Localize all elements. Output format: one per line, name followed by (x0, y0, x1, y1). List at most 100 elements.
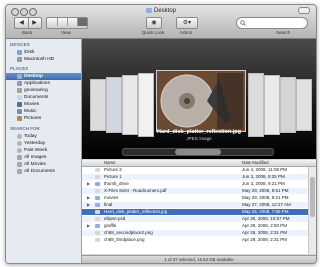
list-scrollbar[interactable] (308, 167, 316, 254)
icon-view-icon[interactable] (48, 18, 58, 27)
file-name: ellipse.psd (104, 216, 126, 221)
coverflow[interactable]: Hard_disk_platter_reflection.jpg JPEG im… (82, 39, 316, 159)
folder-icon (95, 196, 100, 200)
disclosure-triangle-icon[interactable]: ▶ (87, 202, 90, 208)
file-name: ch88_secondplace2.png (104, 230, 153, 235)
desktop-icon (17, 74, 22, 79)
file-icon (95, 168, 100, 172)
coverflow-view-icon[interactable] (77, 18, 87, 27)
column-header-date[interactable]: Date Modified (242, 160, 269, 166)
file-date: Jun 3, 2008, 9:21 PM (242, 181, 285, 186)
table-row[interactable]: X-Files 8x04 - Roadrunners.pdf May 29, 20… (82, 188, 308, 194)
disclosure-triangle-icon[interactable]: ▶ (87, 195, 90, 201)
toolbar: Desktop ◀ ▶ Back View ◉ Quick Look ⚙▾ Act… (6, 5, 316, 39)
movies-icon (17, 102, 22, 107)
file-name: graffiti (104, 223, 117, 228)
list-header: Name Date Modified (82, 160, 316, 167)
coverflow-item[interactable] (248, 73, 264, 137)
coverflow-item[interactable] (90, 79, 106, 131)
file-name: Picture 2 (104, 167, 122, 172)
file-name: Hard_disk_platter_reflection.jpg (104, 209, 168, 214)
sidebar-item-today[interactable]: Today (6, 133, 81, 140)
sidebar-item-home[interactable]: gnosnaring (6, 87, 81, 94)
smart-folder-icon (17, 155, 22, 160)
minimize-button[interactable] (20, 8, 28, 16)
list-view-icon[interactable] (58, 18, 68, 27)
search-label: Search (275, 30, 291, 35)
eye-icon: ◉ (151, 20, 157, 26)
back-arrow-icon[interactable]: ◀ (16, 18, 29, 28)
action-button[interactable]: ⚙▾ (176, 17, 198, 29)
column-view-icon[interactable] (68, 18, 78, 27)
sidebar-item-applications[interactable]: Applications (6, 80, 81, 87)
coverflow-caption: Hard_disk_platter_reflection.jpg (156, 129, 242, 135)
coverflow-item[interactable] (106, 77, 122, 133)
coverflow-scrollbar[interactable] (122, 148, 274, 156)
sidebar-item-documents[interactable]: Documents (6, 94, 81, 101)
table-row[interactable]: Picture 1 Jun 3, 2008, 9:25 PM (82, 174, 308, 180)
sidebar-item-music[interactable]: Music (6, 108, 81, 115)
table-row[interactable]: ▶ graffiti Apr 29, 2008, 2:50 PM (82, 223, 308, 229)
idisk-icon (17, 50, 22, 55)
back-label: Back (21, 30, 32, 35)
table-row[interactable]: ▶ movies May 29, 2008, 9:21 PM (82, 195, 308, 201)
quick-look-button[interactable]: ◉ (146, 17, 162, 29)
sidebar-item-movies[interactable]: Movies (6, 101, 81, 108)
file-date: Apr 30, 2008, 10:57 PM (242, 216, 290, 221)
sidebar: DEVICES iDisk Macintosh HD PLACES Deskto… (6, 39, 82, 263)
toolbar-toggle-button[interactable] (298, 7, 310, 14)
column-header-name[interactable]: Name (104, 160, 115, 166)
coverflow-item[interactable] (296, 79, 312, 131)
coverflow-item[interactable] (280, 77, 296, 133)
close-button[interactable] (11, 8, 19, 16)
file-date: May 26, 2008, 7:55 PM (242, 209, 289, 214)
table-row[interactable]: ch88_thirdplace.png Apr 29, 2008, 2:31 PM (82, 237, 308, 243)
coverflow-item[interactable] (122, 75, 138, 135)
sidebar-item-pictures[interactable]: Pictures (6, 115, 81, 122)
folder-icon (95, 224, 100, 228)
table-row[interactable]: Hard_disk_platter_reflection.jpg May 26, … (82, 209, 308, 215)
applications-icon (17, 81, 22, 86)
coverflow-selected-image[interactable] (156, 70, 246, 132)
sidebar-item-idisk[interactable]: iDisk (6, 49, 81, 56)
coverflow-item[interactable] (264, 75, 280, 135)
table-row[interactable]: ▶ thumb_drive Jun 3, 2008, 9:21 PM (82, 181, 308, 187)
view-buttons[interactable] (46, 17, 88, 29)
file-icon (95, 210, 100, 214)
clock-icon (17, 134, 22, 139)
view-label: View (61, 30, 71, 35)
sidebar-item-yesterday[interactable]: Yesterday (6, 140, 81, 147)
table-row[interactable]: ch88_secondplace2.png Apr 29, 2008, 2:31 … (82, 230, 308, 236)
forward-arrow-icon[interactable]: ▶ (29, 18, 41, 28)
table-row[interactable]: Picture 2 Jun 4, 2008, 11:08 PM (82, 167, 308, 173)
sidebar-item-all-movies[interactable]: All Movies (6, 161, 81, 168)
disclosure-triangle-icon[interactable]: ▶ (87, 181, 90, 187)
folder-icon (145, 8, 152, 13)
file-date: Jun 4, 2008, 11:08 PM (242, 167, 287, 172)
table-row[interactable]: ellipse.psd Apr 30, 2008, 10:57 PM (82, 216, 308, 222)
sidebar-item-all-images[interactable]: All Images (6, 154, 81, 161)
disclosure-triangle-icon[interactable]: ▶ (87, 223, 90, 229)
finder-window: Desktop ◀ ▶ Back View ◉ Quick Look ⚙▾ Act… (5, 4, 317, 264)
file-date: May 29, 2008, 9:21 PM (242, 195, 289, 200)
sidebar-item-past-week[interactable]: Past Week (6, 147, 81, 154)
gear-icon: ⚙▾ (182, 20, 192, 26)
zoom-button[interactable] (29, 8, 37, 16)
sidebar-item-all-documents[interactable]: All Documents (6, 168, 81, 175)
search-icon (240, 20, 246, 26)
places-header: PLACES (10, 66, 29, 71)
file-date: Apr 29, 2008, 2:50 PM (242, 223, 288, 228)
back-forward-buttons[interactable]: ◀ ▶ (14, 17, 42, 29)
action-label: Action (179, 30, 193, 35)
coverflow-item[interactable] (138, 73, 154, 137)
search-input[interactable] (236, 17, 308, 29)
pictures-icon (17, 116, 22, 121)
file-name: X-Files 8x04 - Roadrunners.pdf (104, 188, 167, 193)
list-scroll-thumb[interactable] (310, 177, 315, 217)
sidebar-item-desktop[interactable]: Desktop (6, 73, 81, 80)
sidebar-item-macintosh-hd[interactable]: Macintosh HD (6, 56, 81, 63)
file-date: Apr 29, 2008, 2:31 PM (242, 237, 288, 242)
coverflow-scroll-thumb[interactable] (175, 149, 221, 155)
file-list: Name Date Modified Picture 2 Jun 4, 2008,… (82, 160, 316, 254)
table-row[interactable]: ▶ final May 27, 2008, 12:27 AM (82, 202, 308, 208)
